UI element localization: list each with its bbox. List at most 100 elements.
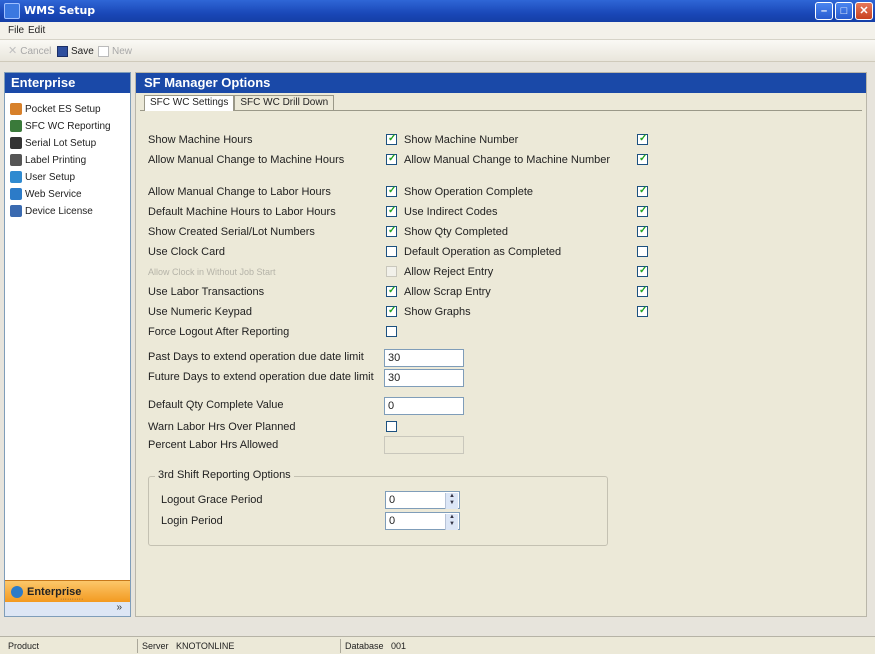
sidebar-item[interactable]: Label Printing <box>10 152 86 168</box>
option-label: Allow Manual Change to Labor Hours <box>148 186 331 198</box>
tab-strip: SFC WC Settings SFC WC Drill Down <box>144 95 335 111</box>
sidebar-header: Enterprise <box>5 73 130 93</box>
menu-file[interactable]: File <box>8 25 24 36</box>
sidebar-item[interactable]: User Setup <box>10 169 75 185</box>
sidebar-item-label: Web Service <box>25 188 82 200</box>
option-checkbox[interactable] <box>637 265 648 277</box>
menu-edit[interactable]: Edit <box>28 25 45 36</box>
option-label: Show Created Serial/Lot Numbers <box>148 226 315 238</box>
past-days-input[interactable]: 30 <box>384 349 464 367</box>
chevron-right-icon[interactable]: » <box>116 602 122 613</box>
spinner-arrows-icon[interactable]: ▲ ▼ <box>445 493 458 509</box>
option-checkbox[interactable] <box>637 205 648 217</box>
option-label: Show Machine Number <box>404 134 519 146</box>
logout-grace-spinner[interactable]: 0 ▲ ▼ <box>385 491 460 509</box>
save-icon <box>57 46 68 57</box>
sidebar-item-label: Device License <box>25 205 93 217</box>
future-days-input[interactable]: 30 <box>384 369 464 387</box>
option-checkbox[interactable] <box>386 266 397 277</box>
option-label: Default Operation as Completed <box>404 246 562 258</box>
status-database: Database 001 <box>340 639 406 653</box>
new-icon <box>98 46 109 57</box>
warn-labor-label: Warn Labor Hrs Over Planned <box>148 421 296 433</box>
main-panel: SF Manager Options SFC WC Settings SFC W… <box>135 72 867 617</box>
status-server-label: Server <box>142 641 169 651</box>
option-checkbox[interactable] <box>637 225 648 237</box>
spinner-arrows-icon[interactable]: ▲ ▼ <box>445 514 458 530</box>
toolbar: ✕ Cancel Save New <box>0 40 875 62</box>
option-label: Show Machine Hours <box>148 134 253 146</box>
logout-grace-label: Logout Grace Period <box>161 494 263 506</box>
option-checkbox[interactable] <box>637 285 648 297</box>
enterprise-icon <box>11 585 23 598</box>
option-label: Allow Reject Entry <box>404 266 494 278</box>
option-checkbox[interactable] <box>386 326 397 337</box>
option-checkbox[interactable] <box>637 246 648 257</box>
option-label: Allow Manual Change to Machine Number <box>404 154 611 166</box>
maximize-button[interactable]: □ <box>835 2 853 20</box>
save-label: Save <box>71 46 94 57</box>
status-product: Product <box>8 641 40 651</box>
status-server-value: KNOTONLINE <box>176 641 235 651</box>
sidebar-item-label: Label Printing <box>25 154 87 166</box>
cancel-icon: ✕ <box>8 45 18 57</box>
option-checkbox[interactable] <box>386 285 397 297</box>
globe-icon <box>10 188 22 200</box>
printer-icon <box>10 154 22 166</box>
option-checkbox[interactable] <box>637 133 648 145</box>
default-qty-input[interactable]: 0 <box>384 397 464 415</box>
future-days-label: Future Days to extend operation due date… <box>148 371 374 383</box>
login-period-label: Login Period <box>161 515 223 527</box>
percent-labor-input[interactable] <box>384 436 464 454</box>
option-checkbox[interactable] <box>386 133 397 145</box>
sidebar-splitter[interactable]: ·········· » <box>5 596 130 616</box>
logout-grace-value: 0 <box>389 494 396 506</box>
license-icon <box>10 205 22 217</box>
option-checkbox[interactable] <box>386 305 397 317</box>
sidebar-item-label: SFC WC Reporting <box>25 120 111 132</box>
option-checkbox[interactable] <box>637 185 648 197</box>
option-checkbox[interactable] <box>637 305 648 317</box>
option-checkbox[interactable] <box>386 185 397 197</box>
sidebar-item-label: Pocket ES Setup <box>25 103 101 115</box>
past-days-label: Past Days to extend operation due date l… <box>148 351 364 363</box>
status-database-value: 001 <box>391 641 407 651</box>
option-checkbox[interactable] <box>386 205 397 217</box>
barcode-icon <box>10 137 22 149</box>
workcenter-icon <box>10 120 22 132</box>
option-label: Use Numeric Keypad <box>148 306 252 318</box>
option-checkbox[interactable] <box>637 153 648 165</box>
warn-labor-checkbox[interactable] <box>386 421 397 432</box>
sidebar-item[interactable]: Web Service <box>10 186 82 202</box>
settings-tab-body: Show Machine Hours Allow Manual Change to… <box>140 110 862 614</box>
new-button[interactable]: New <box>98 44 132 59</box>
option-label: Show Operation Complete <box>404 186 534 198</box>
page-title: SF Manager Options <box>136 73 866 93</box>
option-label: Allow Manual Change to Machine Hours <box>148 154 345 166</box>
tab-sfc-wc-drill-down[interactable]: SFC WC Drill Down <box>234 95 335 111</box>
option-checkbox[interactable] <box>386 153 397 165</box>
minimize-button[interactable]: – <box>815 2 833 20</box>
app-icon <box>4 3 20 19</box>
option-label: Allow Clock in Without Job Start <box>148 267 276 277</box>
tab-sfc-wc-settings[interactable]: SFC WC Settings <box>144 95 235 111</box>
grip-dots: ·········· <box>60 596 84 603</box>
sidebar-item[interactable]: Serial Lot Setup <box>10 135 96 151</box>
status-database-label: Database <box>345 641 384 651</box>
cancel-button[interactable]: ✕ Cancel <box>8 44 51 59</box>
user-icon <box>10 171 22 183</box>
option-checkbox[interactable] <box>386 225 397 237</box>
option-label: Default Machine Hours to Labor Hours <box>148 206 336 218</box>
sidebar-item[interactable]: Pocket ES Setup <box>10 101 101 117</box>
save-button[interactable]: Save <box>57 44 94 59</box>
pocket-icon <box>10 103 22 115</box>
option-label: Show Qty Completed <box>404 226 508 238</box>
option-checkbox[interactable] <box>386 246 397 257</box>
login-period-spinner[interactable]: 0 ▲ ▼ <box>385 512 460 530</box>
percent-labor-label: Percent Labor Hrs Allowed <box>148 439 279 451</box>
close-button[interactable]: ✕ <box>855 2 873 20</box>
window-title: WMS Setup <box>24 4 96 17</box>
sidebar-item[interactable]: Device License <box>10 203 93 219</box>
option-label: Force Logout After Reporting <box>148 326 290 338</box>
sidebar-item[interactable]: SFC WC Reporting <box>10 118 111 134</box>
